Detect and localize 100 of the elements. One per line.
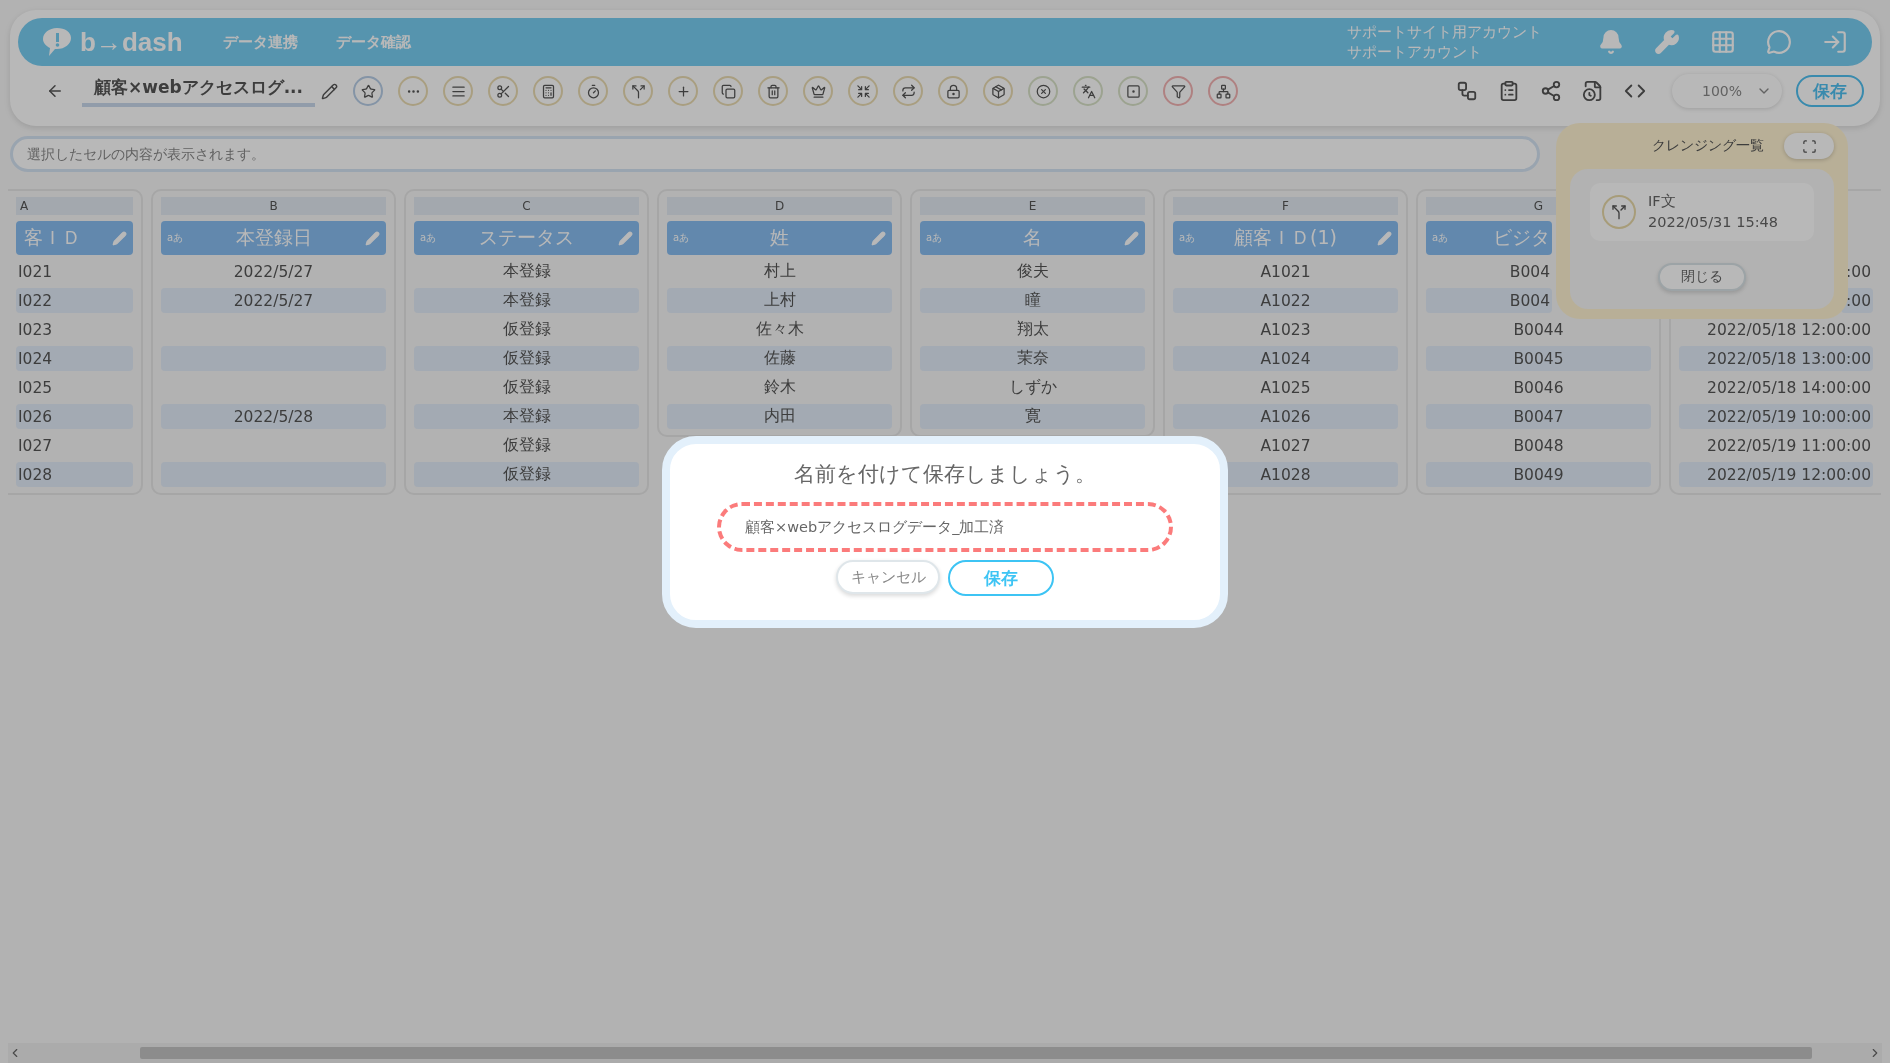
type-tag: aあ: [1179, 231, 1196, 245]
table-cell: 瞳: [920, 288, 1145, 313]
table-cell: I028: [16, 462, 133, 487]
column-letter: F: [1173, 197, 1398, 215]
column-letter: D: [667, 197, 892, 215]
table-cell-text: 本登録: [501, 261, 552, 282]
cell-content-field[interactable]: 選択したセルの内容が表示されます。: [10, 136, 1540, 172]
table-cell: 2022/05/19 10:00:00: [1679, 404, 1873, 429]
file-icon[interactable]: [1582, 80, 1604, 102]
timer-icon[interactable]: [578, 76, 609, 106]
table-cell: A1022: [1173, 288, 1398, 313]
table-cell-text: A1021: [1259, 261, 1312, 283]
table-cell-text: B0044: [1512, 319, 1565, 341]
table-cell: A1024: [1173, 346, 1398, 371]
dialog-title: 名前を付けて保存しましょう。: [794, 461, 1096, 488]
pencil-icon[interactable]: [321, 82, 339, 100]
table-cell: 2022/5/27: [161, 288, 386, 313]
panel-title: クレンジング一覧: [1652, 137, 1764, 155]
type-tag: aあ: [167, 231, 184, 245]
save-button[interactable]: 保存: [1796, 75, 1864, 107]
copy-icon[interactable]: [713, 76, 744, 106]
dots-icon[interactable]: [398, 76, 429, 106]
logo-text: b→dash: [80, 26, 183, 58]
table-cell: B0045: [1426, 346, 1651, 371]
share-icon[interactable]: [1540, 80, 1562, 102]
crown-icon[interactable]: [803, 76, 834, 106]
table-cell-text: 鈴木: [762, 377, 797, 398]
table-cell-text: 2022/05/18 14:00:00: [1706, 377, 1872, 399]
column-title: ステータス: [479, 225, 574, 250]
type-tag: aあ: [420, 231, 437, 245]
horizontal-scrollbar[interactable]: [8, 1043, 1882, 1063]
column-header[interactable]: aあ ステータス: [414, 221, 639, 255]
table-cell-text: A1027: [1259, 435, 1312, 457]
table-cell: B004: [1426, 288, 1552, 313]
filter-icon[interactable]: [1163, 76, 1194, 106]
column-title: 名: [1023, 225, 1042, 250]
flow-icon[interactable]: [1456, 80, 1478, 102]
table-cell-text: B004: [1508, 261, 1551, 283]
save-button[interactable]: 保存: [948, 560, 1054, 596]
type-tag: aあ: [1432, 231, 1449, 245]
lines-icon[interactable]: [443, 76, 474, 106]
table-cell: 2022/05/18 13:00:00: [1679, 346, 1873, 371]
box-icon[interactable]: [983, 76, 1014, 106]
account-name: サポートサイト用アカウント: [1347, 22, 1542, 42]
table-cell: I022: [16, 288, 133, 313]
repeat-icon[interactable]: [893, 76, 924, 106]
account-name: サポートアカウント: [1347, 42, 1483, 62]
column-letter: E: [920, 197, 1145, 215]
cleansing-item[interactable]: IF文 2022/05/31 15:48: [1590, 183, 1814, 241]
column-letter: C: [414, 197, 639, 215]
table-cell-text: I025: [17, 377, 54, 399]
table-cell-text: 2022/5/27: [232, 261, 315, 283]
table-cell-text: 仮登録: [501, 319, 552, 340]
table-cell-text: :00: [1845, 261, 1872, 283]
table-cell-text: 佐々木: [754, 319, 805, 340]
hierarchy-icon[interactable]: [1208, 76, 1239, 106]
table-cell-text: I023: [17, 319, 54, 341]
cancel-button[interactable]: キャンセル: [836, 560, 940, 594]
branch-icon[interactable]: [623, 76, 654, 106]
expand-icon: [1801, 138, 1817, 154]
column-letter: A: [16, 197, 133, 215]
circle-x-icon[interactable]: [1028, 76, 1059, 106]
clipboard-icon[interactable]: [1498, 80, 1520, 102]
zoom-select[interactable]: 100%: [1672, 74, 1782, 108]
column-title: ビジタ: [1493, 225, 1550, 250]
table-cell-text: 俊夫: [1015, 261, 1050, 282]
column-header[interactable]: aあ 姓: [667, 221, 892, 255]
lock-icon[interactable]: [938, 76, 969, 106]
calculator-icon[interactable]: [533, 76, 564, 106]
scissors-icon[interactable]: [488, 76, 519, 106]
table-cell-text: しずか: [1007, 377, 1058, 398]
file-title[interactable]: 顧客×webアクセスログ...: [82, 75, 316, 107]
name-field[interactable]: 顧客×webアクセスログデータ_加工済: [717, 502, 1173, 552]
table-cell-text: I027: [17, 435, 54, 457]
table-cell: B0049: [1426, 462, 1651, 487]
table-cell: 茉奈: [920, 346, 1145, 371]
table-cell: A1026: [1173, 404, 1398, 429]
table-cell-text: B0046: [1512, 377, 1565, 399]
shrink-icon[interactable]: [848, 76, 879, 106]
column-header[interactable]: aあ 本登録日: [161, 221, 386, 255]
table-cell-text: 翔太: [1015, 319, 1050, 340]
column-header[interactable]: aあ 名: [920, 221, 1145, 255]
table-cell: 2022/05/19 12:00:00: [1679, 462, 1873, 487]
table-cell: 2022/5/28: [161, 404, 386, 429]
trash-icon[interactable]: [758, 76, 789, 106]
table-cell: 仮登録: [414, 346, 639, 371]
column-header[interactable]: aあ ビジタ: [1426, 221, 1552, 255]
nav-link[interactable]: データ連携: [222, 32, 298, 52]
translate-icon[interactable]: [1073, 76, 1104, 106]
nav-link[interactable]: データ確認: [335, 32, 411, 52]
table-cell: 本登録: [414, 404, 639, 429]
column-letter: B: [161, 197, 386, 215]
column-header[interactable]: aあ 顧客ＩＤ(1): [1173, 221, 1398, 255]
column-header[interactable]: 客ＩＤ: [16, 221, 133, 255]
close-button[interactable]: 閉じる: [1658, 263, 1746, 291]
table-cell: 本登録: [414, 288, 639, 313]
table-cell: 内田: [667, 404, 892, 429]
column-title: 客ＩＤ: [24, 225, 81, 250]
table-cell-text: 村上: [762, 261, 797, 282]
expand-button[interactable]: [1784, 133, 1834, 159]
